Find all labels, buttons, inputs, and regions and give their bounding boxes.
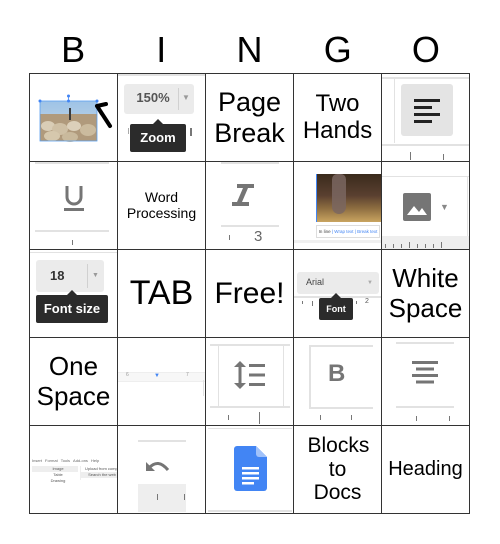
italic-icon (232, 184, 254, 206)
cell-g5[interactable]: Blocks to Docs (294, 426, 382, 514)
ruler-number: 6 (126, 372, 129, 378)
align-left-icon (414, 99, 440, 123)
chevron-down-icon: ▼ (182, 93, 190, 102)
google-docs-icon (234, 446, 267, 491)
cell-n3[interactable]: Free! (206, 250, 294, 338)
undo-icon (146, 462, 170, 472)
header-letter-o: O (411, 29, 440, 70)
line-spacing-icon (234, 361, 265, 389)
image-wrap-options[interactable]: In line | Wrap text | Break text (316, 225, 380, 238)
align-center-icon (412, 361, 438, 384)
zoom-tooltip: Zoom (130, 119, 186, 152)
font-tooltip: Font (319, 293, 353, 320)
cell-label: Blocks to Docs (307, 434, 370, 505)
header-letter-g: G (323, 29, 352, 70)
chevron-down-icon: ▼ (92, 272, 99, 279)
cell-b3[interactable]: 18 ▼ Font size (30, 250, 118, 338)
cell-n4[interactable] (206, 338, 294, 426)
cell-b1[interactable] (30, 74, 118, 162)
cell-g1[interactable]: Two Hands (294, 74, 382, 162)
cell-b5[interactable]: Insert Format Tools Add-ons Help Image T… (30, 426, 118, 514)
ruler-number: 2 (365, 298, 369, 305)
cell-g3[interactable]: Arial ▼ 2 Font (294, 250, 382, 338)
cell-g4[interactable]: B (294, 338, 382, 426)
cell-n5[interactable] (206, 426, 294, 514)
underline-icon (64, 186, 84, 211)
cell-o2[interactable]: ▼ (382, 162, 470, 250)
cell-label: One Space (36, 351, 111, 411)
cell-i4[interactable]: 6 ▼ 7 (118, 338, 206, 426)
ruler[interactable] (118, 372, 205, 382)
bingo-card: 150% ▼ Zoom Page Break Two Hands Word Pr… (29, 73, 470, 514)
zoom-value: 150% (136, 90, 170, 105)
cell-o5[interactable]: Heading (382, 426, 470, 514)
cell-label: Heading (388, 458, 463, 481)
cell-o4[interactable] (382, 338, 470, 426)
cell-label: Two Hands (302, 89, 373, 144)
sheep-image-icon (38, 94, 112, 142)
cell-o3[interactable]: White Space (382, 250, 470, 338)
cell-label free-space: Free! (214, 276, 285, 310)
font-size-value: 18 (50, 268, 65, 283)
cell-i5[interactable] (118, 426, 206, 514)
cell-o1[interactable] (382, 74, 470, 162)
image-submenu: Upload from computer Search the web (80, 466, 117, 480)
font-value: Arial (306, 277, 325, 287)
indent-marker-icon[interactable]: ▼ (154, 373, 160, 379)
cell-n1[interactable]: Page Break (206, 74, 294, 162)
bold-icon: B (328, 360, 346, 387)
cell-label: White Space (388, 263, 463, 323)
cell-i1[interactable]: 150% ▼ Zoom (118, 74, 206, 162)
cell-b2[interactable] (30, 162, 118, 250)
chevron-down-icon: ▼ (440, 202, 449, 212)
cell-label: Page Break (214, 87, 285, 148)
cell-i2[interactable]: Word Processing (118, 162, 206, 250)
cell-n2[interactable]: 3 (206, 162, 294, 250)
cell-label: TAB (129, 274, 194, 313)
cell-label: Word Processing (126, 188, 197, 221)
cell-g2[interactable]: In line | Wrap text | Break text (294, 162, 382, 250)
menu-bar: Insert Format Tools Add-ons Help (32, 458, 100, 463)
ruler-number: 7 (186, 372, 189, 378)
insert-menu: Image Table Drawing (32, 466, 78, 484)
cell-i3[interactable]: TAB (118, 250, 206, 338)
header-letter-b: B (61, 29, 86, 70)
bingo-header: B I N G O (29, 28, 470, 72)
header-letter-i: I (156, 29, 167, 70)
cell-b4[interactable]: One Space (30, 338, 118, 426)
header-letter-n: N (236, 29, 263, 70)
chevron-down-icon: ▼ (367, 280, 373, 286)
font-size-tooltip: Font size (36, 290, 108, 323)
insert-image-icon (403, 193, 431, 221)
ruler-number: 3 (254, 228, 263, 245)
